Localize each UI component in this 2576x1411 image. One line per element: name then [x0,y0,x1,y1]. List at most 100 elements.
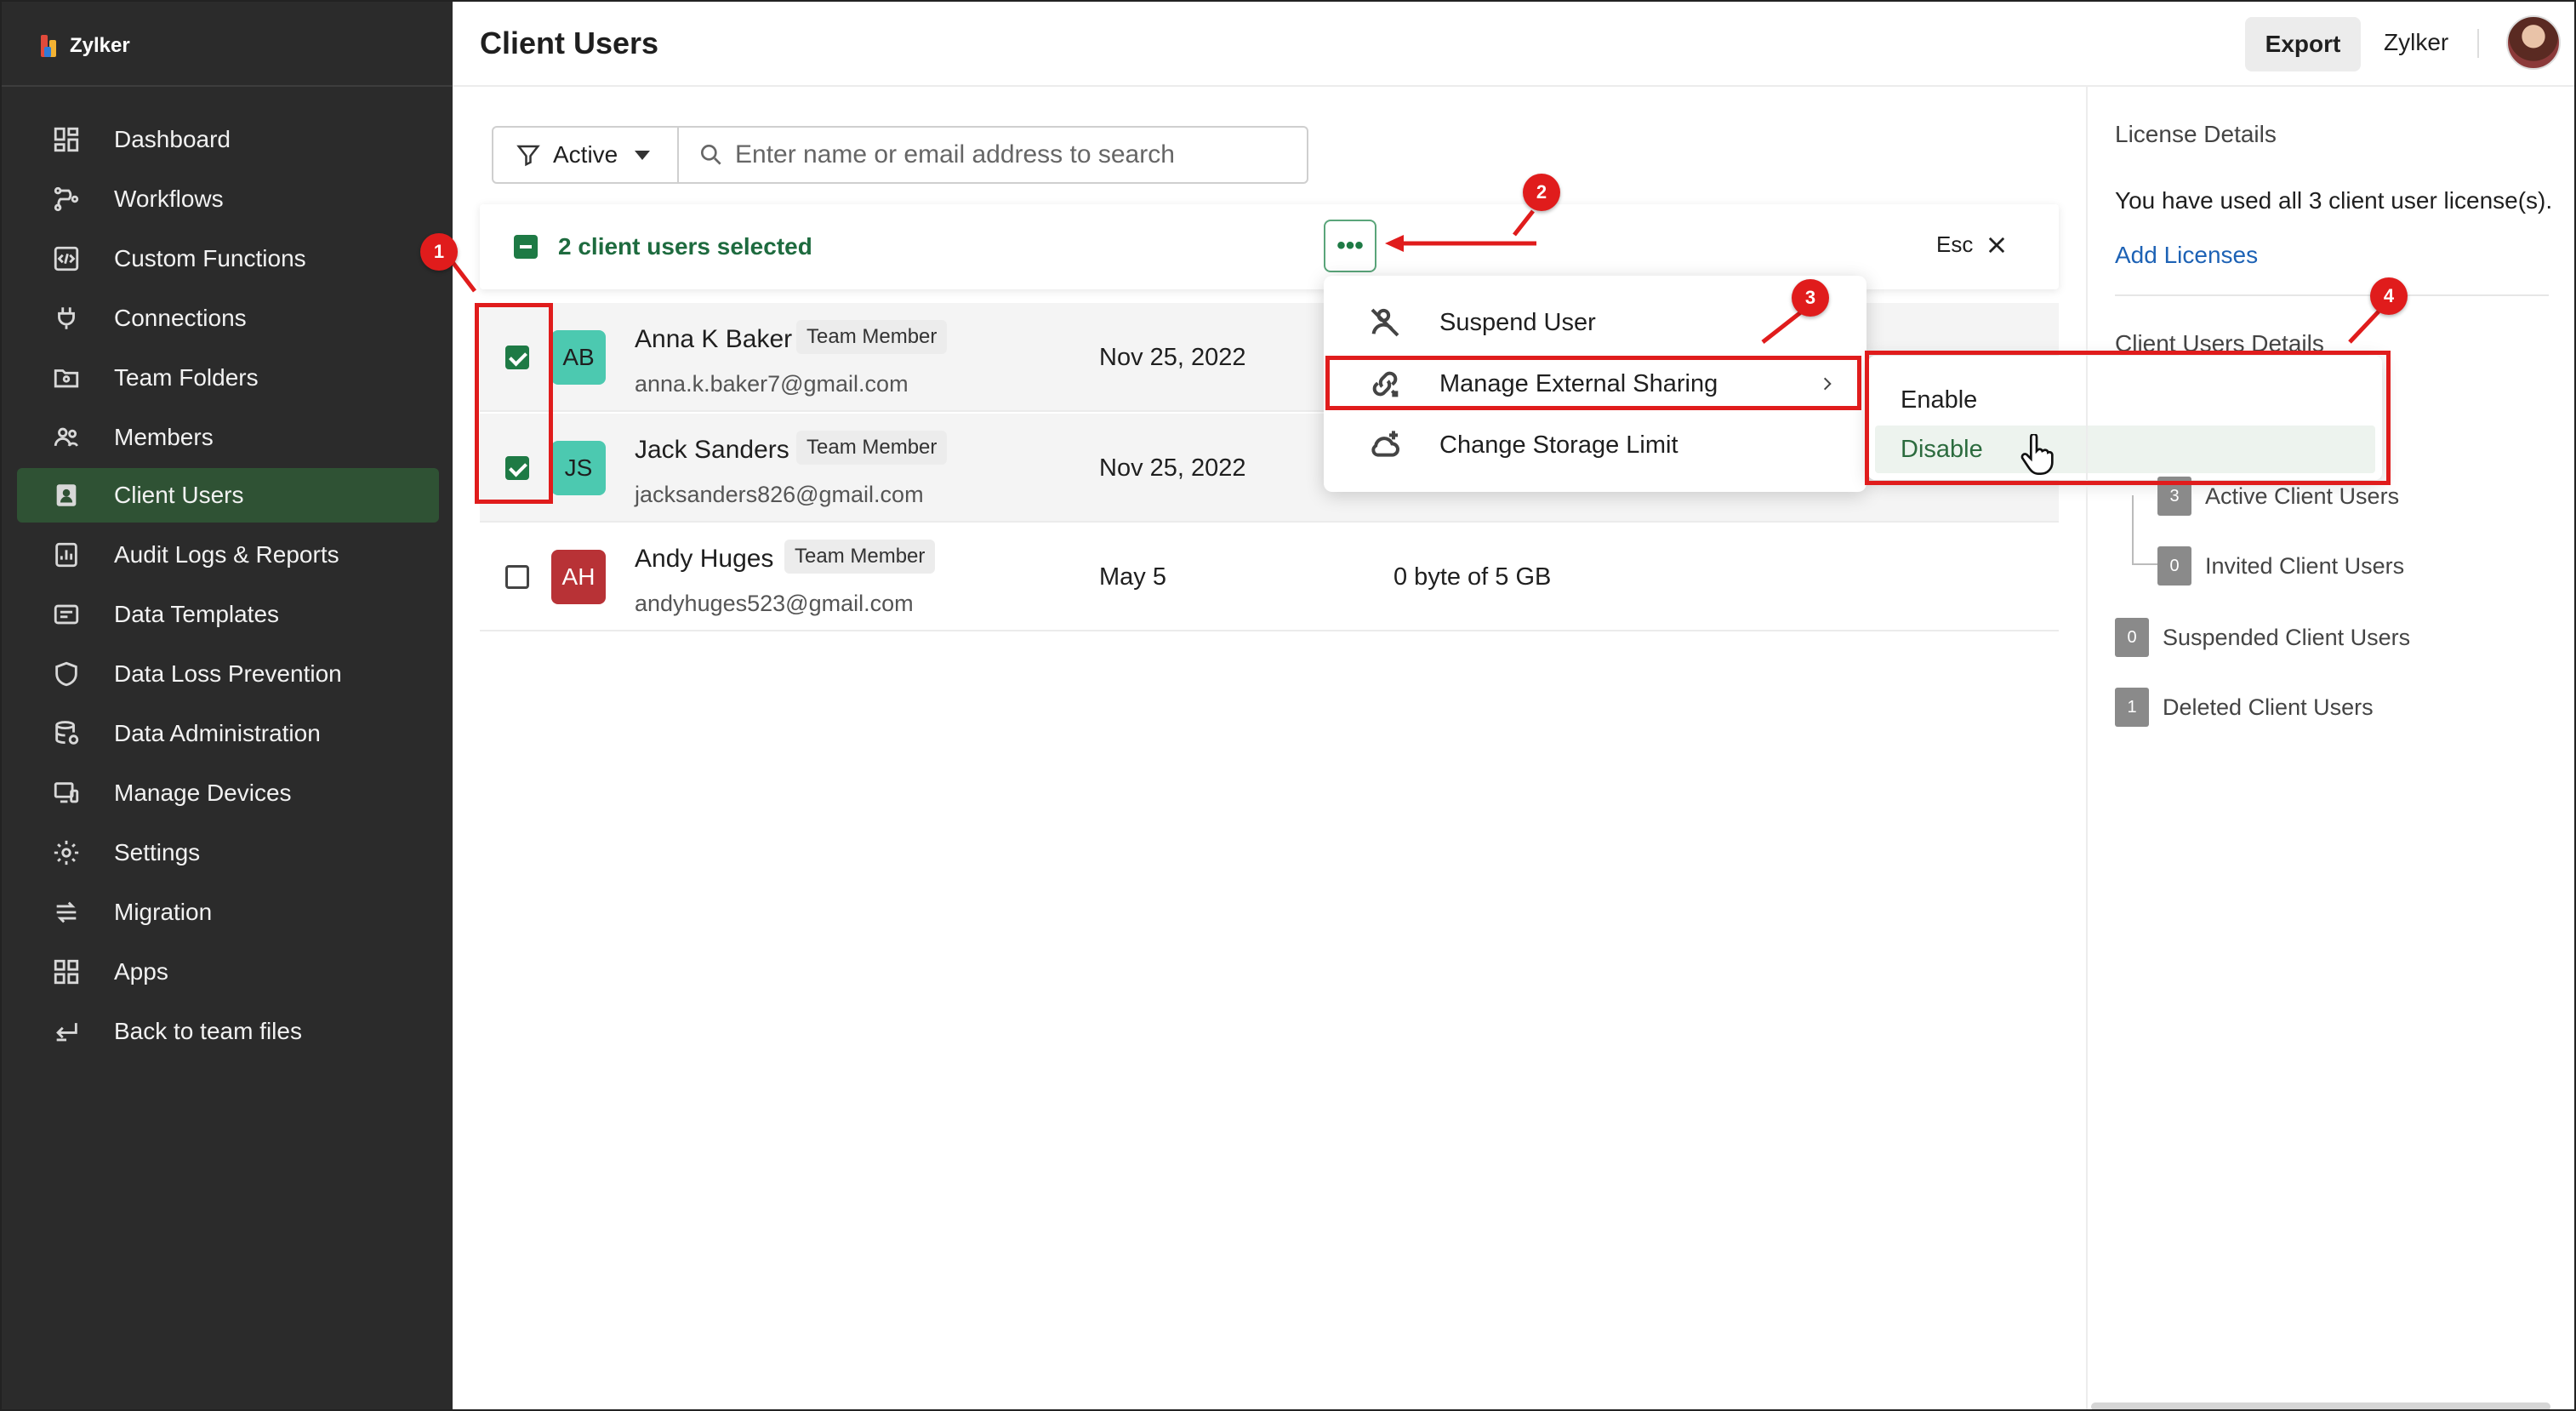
header: Client Users Export Zylker [453,2,2574,87]
filter-icon [516,145,540,167]
role-badge: Team Member [796,431,948,465]
menu-item-label: Change Storage Limit [1439,431,1678,459]
table-row[interactable]: AH Andy Huges Team Member andyhuges523@g… [480,523,2059,631]
sidebar-item-settings[interactable]: Settings [17,825,439,880]
tree-connector [2132,563,2157,565]
selection-count: 2 client users selected [558,233,812,260]
add-licenses-link[interactable]: Add Licenses [2115,242,2258,269]
avatar[interactable] [2506,15,2561,70]
folder-icon [49,361,83,395]
stat-label: Suspended Client Users [2163,624,2411,650]
menu-item-change-storage-limit[interactable]: Change Storage Limit [1324,415,1866,475]
dashboard-icon [49,123,83,157]
sidebar-item-data-templates[interactable]: Data Templates [17,587,439,642]
user-email: jacksanders826@gmail.com [635,482,924,507]
user-storage: 0 byte of 5 GB [1393,563,1552,591]
zylker-logo-icon [39,33,61,59]
sidebar-item-client-users[interactable]: Client Users [17,468,439,523]
sidebar-item-label: Data Loss Prevention [114,660,342,687]
user-avatar: AH [551,550,606,604]
stat-label: Active Client Users [2205,483,2400,509]
filter-search-bar: Active [492,126,1308,184]
sidebar-item-label: Data Templates [114,601,280,627]
sidebar: Zylker Dashboard Workflows Custom Functi… [2,2,453,1409]
user-date: May 5 [1099,563,1166,591]
user-email: anna.k.baker7@gmail.com [635,371,909,397]
user-email: andyhuges523@gmail.com [635,591,914,616]
org-switcher[interactable]: Zylker [2384,29,2448,56]
annotation-box-submenu [1865,351,2391,485]
sidebar-item-label: Manage Devices [114,780,292,806]
stat-count: 1 [2115,688,2149,727]
horizontal-scrollbar[interactable] [2091,1402,2550,1409]
sidebar-item-label: Apps [114,958,168,985]
devices-icon [49,776,83,810]
annotation-box-checkboxes [475,303,553,504]
annotation-badge: 3 [1792,279,1829,317]
sidebar-item-dashboard[interactable]: Dashboard [17,112,439,167]
sidebar-item-label: Members [114,424,214,450]
sidebar-item-label: Back to team files [114,1018,302,1044]
details-panel: License Details You have used all 3 clie… [2086,87,2574,1409]
tree-connector [2132,495,2134,565]
page-title: Client Users [480,26,659,60]
sidebar-item-custom-functions[interactable]: Custom Functions [17,231,439,286]
annotation-box-manage-sharing [1325,356,1861,410]
export-button[interactable]: Export [2245,17,2361,71]
panel-divider [2115,294,2549,296]
clear-selection-button[interactable]: Esc [1936,231,2009,258]
code-icon [49,242,83,276]
back-icon [49,1014,83,1048]
sidebar-item-label: Client Users [114,482,244,508]
search-input[interactable] [735,134,1279,175]
annotation-badge: 1 [420,233,458,271]
stat-suspended-client-users[interactable]: 0 Suspended Client Users [2115,618,2410,657]
hand-cursor-icon [2020,434,2054,475]
sidebar-item-label: Custom Functions [114,245,306,271]
sidebar-item-label: Connections [114,305,247,331]
stat-deleted-client-users[interactable]: 1 Deleted Client Users [2115,688,2374,727]
header-divider [2477,29,2479,58]
stat-count: 0 [2157,546,2191,586]
sidebar-item-label: Migration [114,899,213,925]
sidebar-item-migration[interactable]: Migration [17,885,439,940]
brand[interactable]: Zylker [39,31,130,61]
client-user-icon [49,478,83,512]
brand-name: Zylker [70,34,130,57]
stat-label: Invited Client Users [2205,552,2405,579]
gear-icon [49,836,83,870]
migration-icon [49,895,83,929]
sidebar-item-workflows[interactable]: Workflows [17,172,439,226]
sidebar-item-audit-logs[interactable]: Audit Logs & Reports [17,528,439,582]
sidebar-item-label: Data Administration [114,720,321,746]
row-checkbox[interactable] [505,565,529,589]
esc-label: Esc [1936,231,1974,257]
sidebar-item-connections[interactable]: Connections [17,291,439,346]
user-name: Anna K Baker [635,325,793,353]
role-badge: Team Member [784,540,936,574]
sidebar-item-data-administration[interactable]: Data Administration [17,706,439,761]
stat-invited-client-users[interactable]: 0 Invited Client Users [2157,546,2404,586]
sidebar-item-apps[interactable]: Apps [17,945,439,999]
more-actions-button[interactable]: ••• [1324,220,1376,272]
close-icon [1989,237,2005,253]
user-name: Jack Sanders [635,436,789,464]
stat-label: Deleted Client Users [2163,694,2374,720]
sidebar-item-label: Audit Logs & Reports [114,541,339,568]
search-icon [701,145,721,165]
menu-item-suspend-user[interactable]: Suspend User [1324,293,1866,352]
sidebar-item-manage-devices[interactable]: Manage Devices [17,766,439,820]
suspend-user-icon [1371,308,1399,337]
sidebar-item-back-to-team-files[interactable]: Back to team files [17,1004,439,1059]
sidebar-item-label: Team Folders [114,364,259,391]
shield-icon [49,657,83,691]
sidebar-item-data-loss-prevention[interactable]: Data Loss Prevention [17,647,439,701]
license-heading: License Details [2115,121,2277,147]
members-icon [49,420,83,454]
plug-icon [49,301,83,335]
sidebar-item-label: Dashboard [114,126,231,152]
sidebar-item-members[interactable]: Members [17,410,439,465]
sidebar-item-team-folders[interactable]: Team Folders [17,351,439,405]
select-all-checkbox[interactable] [514,235,538,259]
status-filter-dropdown[interactable]: Active [493,128,679,182]
